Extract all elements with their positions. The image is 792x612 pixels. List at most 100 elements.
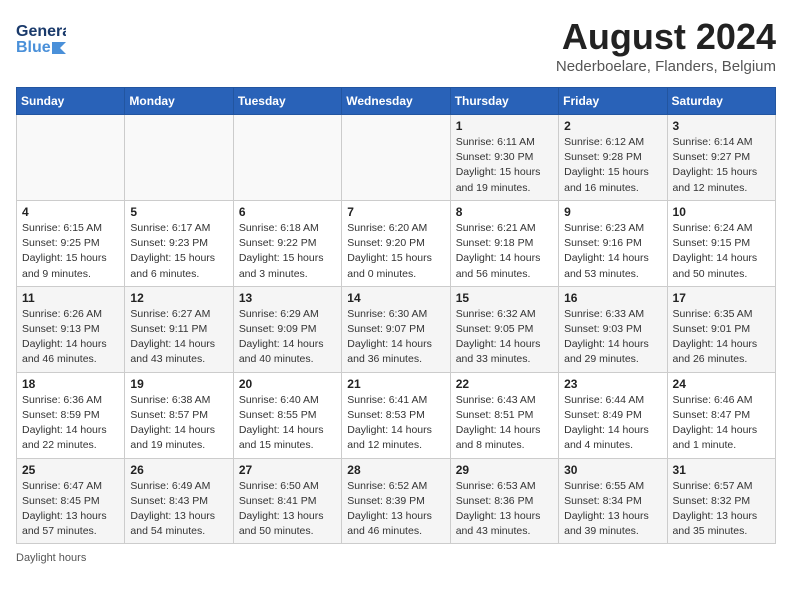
day-number: 23 (564, 377, 661, 391)
calendar-week-row: 25 Sunrise: 6:47 AM Sunset: 8:45 PM Dayli… (17, 458, 776, 544)
day-number: 28 (347, 463, 444, 477)
day-number: 13 (239, 291, 336, 305)
calendar-cell: 14Sunrise: 6:30 AM Sunset: 9:07 PM Dayli… (342, 286, 450, 372)
calendar-cell: 6Sunrise: 6:18 AM Sunset: 9:22 PM Daylig… (233, 200, 341, 286)
calendar-cell: 28Sunrise: 6:52 AM Sunset: 8:39 PM Dayli… (342, 458, 450, 544)
day-info: Sunrise: 6:46 AM Sunset: 8:47 PM Dayligh… (673, 393, 770, 454)
day-info: Sunrise: 6:24 AM Sunset: 9:15 PM Dayligh… (673, 221, 770, 282)
day-info: Sunrise: 6:20 AM Sunset: 9:20 PM Dayligh… (347, 221, 444, 282)
location-subtitle: Nederboelare, Flanders, Belgium (556, 58, 776, 75)
day-info: Sunrise: 6:30 AM Sunset: 9:07 PM Dayligh… (347, 307, 444, 368)
day-number: 3 (673, 119, 770, 133)
calendar-cell: 3 Sunrise: 6:14 AM Sunset: 9:27 PM Daylig… (667, 115, 775, 201)
calendar-cell: 11 Sunrise: 6:26 AM Sunset: 9:13 PM Dayli… (17, 286, 125, 372)
day-number: 1 (456, 119, 553, 133)
calendar-cell (125, 115, 233, 201)
calendar-cell: 16 Sunrise: 6:33 AM Sunset: 9:03 PM Dayli… (559, 286, 667, 372)
calendar-dow-wednesday: Wednesday (342, 88, 450, 115)
calendar-dow-tuesday: Tuesday (233, 88, 341, 115)
day-info: Sunrise: 6:55 AM Sunset: 8:34 PM Dayligh… (564, 479, 661, 540)
calendar-week-row: 1 Sunrise: 6:11 AM Sunset: 9:30 PM Daylig… (17, 115, 776, 201)
calendar-dow-friday: Friday (559, 88, 667, 115)
day-info: Sunrise: 6:43 AM Sunset: 8:51 PM Dayligh… (456, 393, 553, 454)
page-header: General Blue August 2024 Nederboelare, F… (16, 16, 776, 75)
day-info: Sunrise: 6:26 AM Sunset: 9:13 PM Dayligh… (22, 307, 119, 368)
calendar-cell (342, 115, 450, 201)
calendar-cell: 9 Sunrise: 6:23 AM Sunset: 9:16 PM Daylig… (559, 200, 667, 286)
calendar-cell: 22Sunrise: 6:43 AM Sunset: 8:51 PM Dayli… (450, 372, 558, 458)
day-info: Sunrise: 6:36 AM Sunset: 8:59 PM Dayligh… (22, 393, 119, 454)
calendar-header-row: SundayMondayTuesdayWednesdayThursdayFrid… (17, 88, 776, 115)
day-number: 17 (673, 291, 770, 305)
day-info: Sunrise: 6:57 AM Sunset: 8:32 PM Dayligh… (673, 479, 770, 540)
calendar-cell: 18 Sunrise: 6:36 AM Sunset: 8:59 PM Dayli… (17, 372, 125, 458)
day-number: 20 (239, 377, 336, 391)
day-number: 18 (22, 377, 119, 391)
title-block: August 2024 Nederboelare, Flanders, Belg… (556, 16, 776, 75)
day-number: 5 (130, 205, 227, 219)
day-info: Sunrise: 6:15 AM Sunset: 9:25 PM Dayligh… (22, 221, 119, 282)
day-number: 16 (564, 291, 661, 305)
day-info: Sunrise: 6:14 AM Sunset: 9:27 PM Dayligh… (673, 135, 770, 196)
day-info: Sunrise: 6:23 AM Sunset: 9:16 PM Dayligh… (564, 221, 661, 282)
day-info: Sunrise: 6:50 AM Sunset: 8:41 PM Dayligh… (239, 479, 336, 540)
calendar-cell: 20 Sunrise: 6:40 AM Sunset: 8:55 PM Dayli… (233, 372, 341, 458)
day-info: Sunrise: 6:40 AM Sunset: 8:55 PM Dayligh… (239, 393, 336, 454)
day-number: 26 (130, 463, 227, 477)
day-number: 2 (564, 119, 661, 133)
calendar-cell: 8 Sunrise: 6:21 AM Sunset: 9:18 PM Daylig… (450, 200, 558, 286)
calendar-week-row: 18 Sunrise: 6:36 AM Sunset: 8:59 PM Dayli… (17, 372, 776, 458)
calendar-cell: 17 Sunrise: 6:35 AM Sunset: 9:01 PM Dayli… (667, 286, 775, 372)
day-info: Sunrise: 6:17 AM Sunset: 9:23 PM Dayligh… (130, 221, 227, 282)
calendar-table: SundayMondayTuesdayWednesdayThursdayFrid… (16, 87, 776, 544)
calendar-cell: 4Sunrise: 6:15 AM Sunset: 9:25 PM Daylig… (17, 200, 125, 286)
calendar-cell (233, 115, 341, 201)
day-info: Sunrise: 6:53 AM Sunset: 8:36 PM Dayligh… (456, 479, 553, 540)
calendar-cell: 12 Sunrise: 6:27 AM Sunset: 9:11 PM Dayli… (125, 286, 233, 372)
day-info: Sunrise: 6:12 AM Sunset: 9:28 PM Dayligh… (564, 135, 661, 196)
calendar-cell: 7Sunrise: 6:20 AM Sunset: 9:20 PM Daylig… (342, 200, 450, 286)
calendar-cell: 24 Sunrise: 6:46 AM Sunset: 8:47 PM Dayli… (667, 372, 775, 458)
day-info: Sunrise: 6:41 AM Sunset: 8:53 PM Dayligh… (347, 393, 444, 454)
logo: General Blue (16, 16, 66, 58)
calendar-cell: 19 Sunrise: 6:38 AM Sunset: 8:57 PM Dayli… (125, 372, 233, 458)
svg-text:Blue: Blue (16, 39, 51, 56)
day-number: 15 (456, 291, 553, 305)
calendar-cell (17, 115, 125, 201)
calendar-dow-monday: Monday (125, 88, 233, 115)
day-info: Sunrise: 6:21 AM Sunset: 9:18 PM Dayligh… (456, 221, 553, 282)
calendar-week-row: 11 Sunrise: 6:26 AM Sunset: 9:13 PM Dayli… (17, 286, 776, 372)
calendar-cell: 30 Sunrise: 6:55 AM Sunset: 8:34 PM Dayli… (559, 458, 667, 544)
day-info: Sunrise: 6:35 AM Sunset: 9:01 PM Dayligh… (673, 307, 770, 368)
month-year-title: August 2024 (556, 16, 776, 58)
day-number: 29 (456, 463, 553, 477)
day-number: 19 (130, 377, 227, 391)
day-info: Sunrise: 6:11 AM Sunset: 9:30 PM Dayligh… (456, 135, 553, 196)
day-info: Sunrise: 6:33 AM Sunset: 9:03 PM Dayligh… (564, 307, 661, 368)
calendar-cell: 31Sunrise: 6:57 AM Sunset: 8:32 PM Dayli… (667, 458, 775, 544)
day-info: Sunrise: 6:27 AM Sunset: 9:11 PM Dayligh… (130, 307, 227, 368)
calendar-cell: 27Sunrise: 6:50 AM Sunset: 8:41 PM Dayli… (233, 458, 341, 544)
day-info: Sunrise: 6:38 AM Sunset: 8:57 PM Dayligh… (130, 393, 227, 454)
day-info: Sunrise: 6:47 AM Sunset: 8:45 PM Dayligh… (22, 479, 119, 540)
day-number: 8 (456, 205, 553, 219)
calendar-cell: 2 Sunrise: 6:12 AM Sunset: 9:28 PM Daylig… (559, 115, 667, 201)
calendar-cell: 15Sunrise: 6:32 AM Sunset: 9:05 PM Dayli… (450, 286, 558, 372)
daylight-note: Daylight hours (16, 552, 86, 564)
day-number: 24 (673, 377, 770, 391)
day-info: Sunrise: 6:29 AM Sunset: 9:09 PM Dayligh… (239, 307, 336, 368)
day-number: 12 (130, 291, 227, 305)
calendar-cell: 10 Sunrise: 6:24 AM Sunset: 9:15 PM Dayli… (667, 200, 775, 286)
day-number: 9 (564, 205, 661, 219)
calendar-cell: 5 Sunrise: 6:17 AM Sunset: 9:23 PM Daylig… (125, 200, 233, 286)
svg-text:General: General (16, 23, 66, 40)
day-number: 10 (673, 205, 770, 219)
calendar-cell: 13 Sunrise: 6:29 AM Sunset: 9:09 PM Dayli… (233, 286, 341, 372)
day-number: 25 (22, 463, 119, 477)
calendar-week-row: 4Sunrise: 6:15 AM Sunset: 9:25 PM Daylig… (17, 200, 776, 286)
calendar-cell: 21Sunrise: 6:41 AM Sunset: 8:53 PM Dayli… (342, 372, 450, 458)
day-number: 6 (239, 205, 336, 219)
day-number: 30 (564, 463, 661, 477)
logo-icon: General Blue (16, 16, 66, 58)
day-number: 11 (22, 291, 119, 305)
